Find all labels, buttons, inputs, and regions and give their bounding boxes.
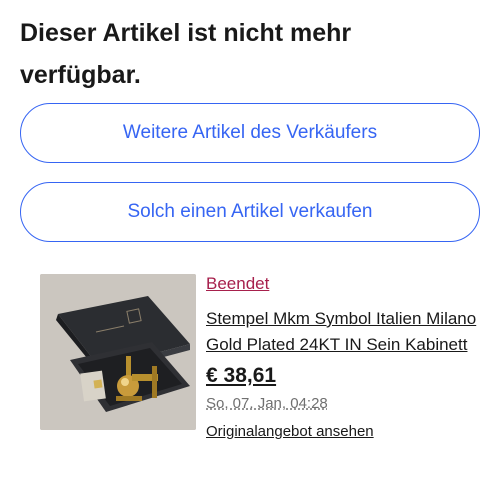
product-photo-icon	[40, 274, 196, 430]
listing-card: Beendet Stempel Mkm Symbol Italien Milan…	[40, 272, 490, 482]
more-from-seller-button[interactable]: Weitere Artikel des Verkäufers	[20, 103, 480, 163]
listing-title[interactable]: Stempel Mkm Symbol Italien Milano Gold P…	[206, 306, 490, 358]
listing-price[interactable]: € 38,61	[206, 362, 490, 390]
sell-similar-label: Solch einen Artikel verkaufen	[127, 201, 373, 222]
listing-info: Beendet Stempel Mkm Symbol Italien Milan…	[206, 272, 490, 442]
product-image[interactable]	[40, 274, 196, 430]
sell-similar-button[interactable]: Solch einen Artikel verkaufen	[20, 182, 480, 242]
status-badge[interactable]: Beendet	[206, 272, 269, 296]
listing-end-date: So, 07. Jan, 04:28	[206, 395, 328, 412]
view-original-link[interactable]: Originalangebot ansehen	[206, 422, 490, 442]
page: Dieser Artikel ist nicht mehr verfügbar.…	[0, 0, 500, 500]
more-from-seller-label: Weitere Artikel des Verkäufers	[122, 122, 378, 143]
page-title: Dieser Artikel ist nicht mehr verfügbar.	[20, 19, 352, 89]
